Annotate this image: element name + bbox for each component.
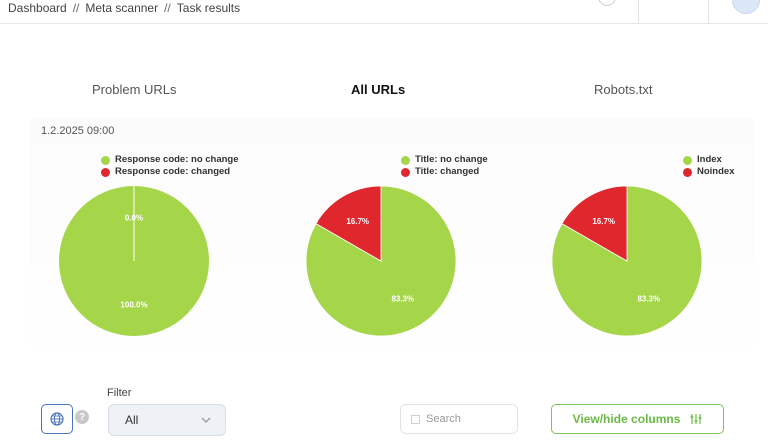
breadcrumb-meta-scanner[interactable]: Meta scanner: [85, 1, 158, 15]
breadcrumb-task-results: Task results: [176, 1, 241, 15]
legend-label: Noindex: [697, 166, 735, 177]
filter-select[interactable]: All: [108, 404, 226, 436]
data-label-noindex: 16.7%: [592, 217, 615, 226]
legend-label: Index: [697, 154, 722, 165]
filter-label: Filter: [107, 387, 132, 399]
legend-robots: Index Noindex: [683, 154, 734, 178]
legend-label: Response code: changed: [115, 166, 231, 177]
legend-swatch: [101, 167, 110, 177]
legend-swatch: [401, 167, 410, 177]
data-label-response-code-changed: 0.0%: [125, 214, 143, 223]
search-icon: [411, 414, 420, 424]
breadcrumb-separator: //: [72, 1, 80, 15]
view-hide-columns-label: View/hide columns: [572, 412, 681, 426]
legend-item[interactable]: Response code: no change: [101, 154, 239, 166]
search-box[interactable]: [400, 404, 518, 434]
legend-label: Response code: no change: [115, 154, 239, 165]
avatar[interactable]: [732, 0, 760, 14]
legend-swatch: [683, 155, 692, 165]
legend-item[interactable]: Title: changed: [401, 166, 488, 178]
legend-label: Title: changed: [415, 166, 480, 177]
legend-swatch: [683, 167, 692, 177]
breadcrumb-separator: //: [164, 1, 171, 15]
legend-label: Title: no change: [415, 154, 488, 165]
topbar-divider: [708, 0, 709, 24]
data-label-index: 83.3%: [637, 295, 660, 304]
pie-chart-robots: 83.3% 16.7%: [551, 185, 703, 337]
top-bar: Dashboard // Meta scanner // Task result…: [0, 0, 768, 24]
chevron-down-icon: [201, 417, 211, 423]
legend-swatch: [401, 155, 410, 165]
data-label-response-code-no-change: 100.0%: [120, 301, 147, 310]
view-hide-columns-button[interactable]: View/hide columns: [551, 404, 724, 434]
legend-item[interactable]: Response code: changed: [101, 166, 239, 178]
search-input[interactable]: [426, 413, 506, 425]
globe-button[interactable]: [41, 404, 73, 434]
topbar-icon[interactable]: [598, 0, 616, 6]
filter-selected-value: All: [125, 413, 139, 427]
tab-problem-urls[interactable]: Problem URLs: [92, 82, 177, 97]
tab-robots-txt[interactable]: Robots.txt: [594, 82, 653, 97]
topbar-divider: [638, 0, 639, 24]
data-label-title-no-change: 83.3%: [391, 295, 414, 304]
help-icon[interactable]: ?: [75, 410, 89, 424]
breadcrumb: Dashboard // Meta scanner // Task result…: [8, 1, 240, 15]
legend-title: Title: no change Title: changed: [401, 154, 488, 178]
legend-item[interactable]: Index: [683, 154, 734, 166]
legend-swatch: [101, 155, 110, 165]
legend-response-code: Response code: no change Response code: …: [101, 154, 239, 178]
scan-date: 1.2.2025 09:00: [41, 125, 115, 137]
globe-icon: [50, 412, 64, 426]
data-label-title-changed: 16.7%: [346, 217, 369, 226]
breadcrumb-dashboard[interactable]: Dashboard: [8, 1, 67, 15]
legend-item[interactable]: Noindex: [683, 166, 734, 178]
legend-item[interactable]: Title: no change: [401, 154, 488, 166]
tab-all-urls[interactable]: All URLs: [351, 82, 405, 97]
sliders-icon: [690, 414, 702, 424]
